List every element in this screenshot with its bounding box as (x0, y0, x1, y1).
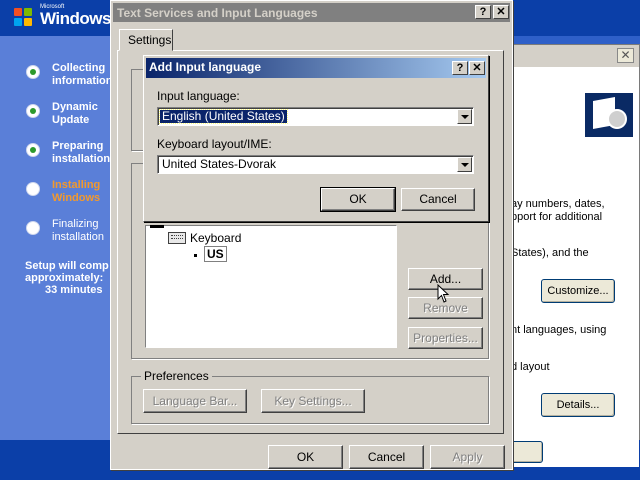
tab-settings-label: Settings (128, 33, 172, 47)
keyboard-icon (168, 232, 186, 244)
regional-options-window: ✕ ay numbers, dates, pport for additiona… (500, 44, 640, 467)
keyboard-layout-select[interactable]: United States-Dvorak (157, 155, 474, 174)
setup-steps-panel (0, 36, 112, 456)
regional-content: ay numbers, dates, pport for additional … (501, 67, 639, 467)
step-label-line2: Update (52, 114, 90, 126)
add-input-language-dialog: Add Input language ? ✕ Input language: E… (143, 55, 489, 222)
apply-button[interactable]: Apply (430, 445, 505, 469)
input-language-value: English (United States) (159, 109, 288, 124)
step-label-line1: Finalizing (52, 218, 99, 230)
regional-text-2: pport for additional (511, 211, 603, 223)
properties-button[interactable]: Properties... (408, 327, 483, 349)
ok-button[interactable]: OK (268, 445, 343, 469)
regional-globe-icon (585, 93, 633, 137)
input-language-label: Input language: (157, 89, 240, 103)
regional-text-5: d layout (511, 361, 550, 373)
window-title: Text Services and Input Languages (117, 6, 318, 20)
step-label-line2: Windows (52, 192, 101, 204)
windows-flag-icon (14, 8, 32, 26)
step-label-line2: installation (52, 153, 111, 165)
mouse-cursor-icon (437, 284, 450, 303)
input-language-select[interactable]: English (United States) (157, 107, 474, 126)
chevron-down-icon[interactable] (457, 157, 472, 172)
keyboard-layout-value: United States-Dvorak (162, 157, 277, 171)
help-icon[interactable]: ? (452, 61, 468, 75)
step-complete-icon (26, 65, 40, 79)
close-icon[interactable]: ✕ (493, 5, 509, 19)
close-icon[interactable]: ✕ (469, 61, 485, 75)
step-label-line1: Preparing (52, 140, 104, 152)
step-label-line1: Dynamic (52, 101, 98, 113)
regional-close-icon[interactable]: ✕ (617, 48, 634, 63)
tab-settings[interactable]: Settings (119, 29, 173, 51)
preferences-label: Preferences (141, 369, 212, 383)
estimate-line1: Setup will comp (25, 260, 109, 272)
step-label-line1: Installing (52, 179, 101, 191)
step-current-icon (26, 182, 40, 196)
step-label-line2: information (52, 75, 113, 87)
keyboard-layout-label: Keyboard layout/IME: (157, 137, 272, 151)
help-icon[interactable]: ? (475, 5, 491, 19)
chevron-down-icon[interactable] (457, 109, 472, 124)
regional-hidden-button[interactable] (511, 441, 543, 463)
step-pending-icon (26, 221, 40, 235)
tree-item-keyboard[interactable]: Keyboard (190, 231, 241, 245)
estimate-line2: approximately: (25, 272, 104, 284)
tree-scroll-marker (150, 225, 164, 228)
text-services-titlebar[interactable]: Text Services and Input Languages ? ✕ (113, 3, 510, 22)
setup-time-estimate: Setup will comp approximately: 33 minute… (25, 260, 115, 296)
cancel-button[interactable]: Cancel (349, 445, 424, 469)
dialog-ok-button[interactable]: OK (320, 187, 396, 212)
details-button[interactable]: Details... (541, 393, 615, 417)
regional-text-1: ay numbers, dates, (511, 198, 605, 210)
tree-item-us[interactable]: US (204, 246, 227, 262)
customize-button[interactable]: Customize... (541, 279, 615, 303)
regional-text-3: States), and the (511, 247, 589, 259)
add-dialog-titlebar[interactable]: Add Input language ? ✕ (146, 58, 486, 78)
step-complete-icon (26, 143, 40, 157)
step-label-line1: Collecting (52, 62, 106, 74)
tree-bullet (194, 254, 197, 257)
dialog-title: Add Input language (149, 60, 261, 74)
logo-windows-text: Windows (40, 9, 111, 28)
key-settings-button[interactable]: Key Settings... (261, 389, 365, 413)
estimate-line3: 33 minutes (45, 284, 103, 296)
step-complete-icon (26, 104, 40, 118)
installed-services-tree[interactable]: Keyboard US (145, 225, 397, 348)
dialog-cancel-button[interactable]: Cancel (401, 188, 475, 211)
windows-xp-logo: Microsoft Windows (6, 2, 116, 32)
regional-text-4: nt languages, using (511, 324, 607, 336)
step-label-line2: installation (52, 231, 104, 243)
language-bar-button[interactable]: Language Bar... (143, 389, 247, 413)
